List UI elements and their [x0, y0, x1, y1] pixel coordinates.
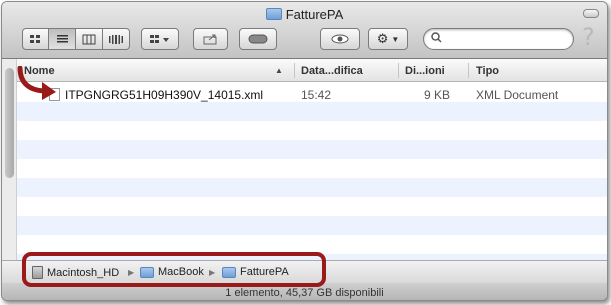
file-kind: XML Document	[476, 88, 559, 102]
arrange-icon	[150, 34, 169, 43]
column-modified[interactable]: Data...difica	[301, 65, 363, 77]
column-divider[interactable]	[398, 63, 399, 78]
column-kind[interactable]: Tipo	[476, 65, 499, 77]
column-divider[interactable]	[468, 63, 469, 78]
folder-icon	[265, 8, 282, 20]
column-view-icon[interactable]	[76, 28, 103, 50]
row-stripe	[17, 178, 607, 197]
action-button[interactable]: ⚙ ▼	[368, 28, 408, 50]
arrange-button[interactable]	[141, 28, 179, 50]
file-list: ITPGNGRG51H09H390V_14015.xml 15:42 9 KB …	[17, 82, 607, 260]
toolbar-toggle-button[interactable]	[583, 9, 599, 18]
row-stripe	[17, 216, 607, 235]
scrollbar-thumb[interactable]	[5, 68, 14, 178]
chevron-down-icon: ▼	[391, 34, 400, 44]
file-name: ITPGNGRG51H09H390V_14015.xml	[65, 88, 264, 102]
sort-ascending-icon: ▲	[275, 66, 283, 75]
column-header: Nome ▲ Data...difica Di...ioni Tipo	[17, 59, 607, 82]
coverflow-view-icon[interactable]	[103, 28, 130, 50]
share-button[interactable]	[193, 28, 228, 50]
file-modified: 15:42	[301, 88, 332, 102]
help-icon: ?	[582, 23, 595, 51]
status-text: 1 elemento, 45,37 GB disponibili	[225, 287, 384, 299]
gear-icon: ⚙	[376, 31, 389, 47]
window-title-text: FatturePA	[285, 7, 344, 22]
search-field[interactable]	[423, 28, 574, 50]
tag-icon	[248, 34, 268, 44]
view-mode-control	[22, 28, 130, 50]
curved-arrow-icon	[17, 66, 56, 100]
title-bar: FatturePA ⚙ ▼ ?	[2, 2, 607, 59]
column-size[interactable]: Di...ioni	[405, 65, 445, 77]
row-stripe	[17, 140, 607, 159]
highlight-callout	[22, 252, 326, 287]
column-divider[interactable]	[294, 63, 295, 78]
window-title: FatturePA	[2, 7, 607, 22]
row-stripe	[17, 102, 607, 121]
icon-view-icon[interactable]	[22, 28, 49, 50]
file-size: 9 KB	[424, 88, 451, 102]
list-view-icon[interactable]	[49, 28, 76, 50]
share-icon	[203, 34, 216, 45]
eye-icon	[331, 34, 349, 44]
tag-button[interactable]	[239, 28, 277, 50]
search-icon	[431, 32, 442, 46]
quicklook-button[interactable]	[320, 28, 360, 50]
file-row[interactable]: ITPGNGRG51H09H390V_14015.xml 15:42 9 KB …	[17, 84, 607, 104]
